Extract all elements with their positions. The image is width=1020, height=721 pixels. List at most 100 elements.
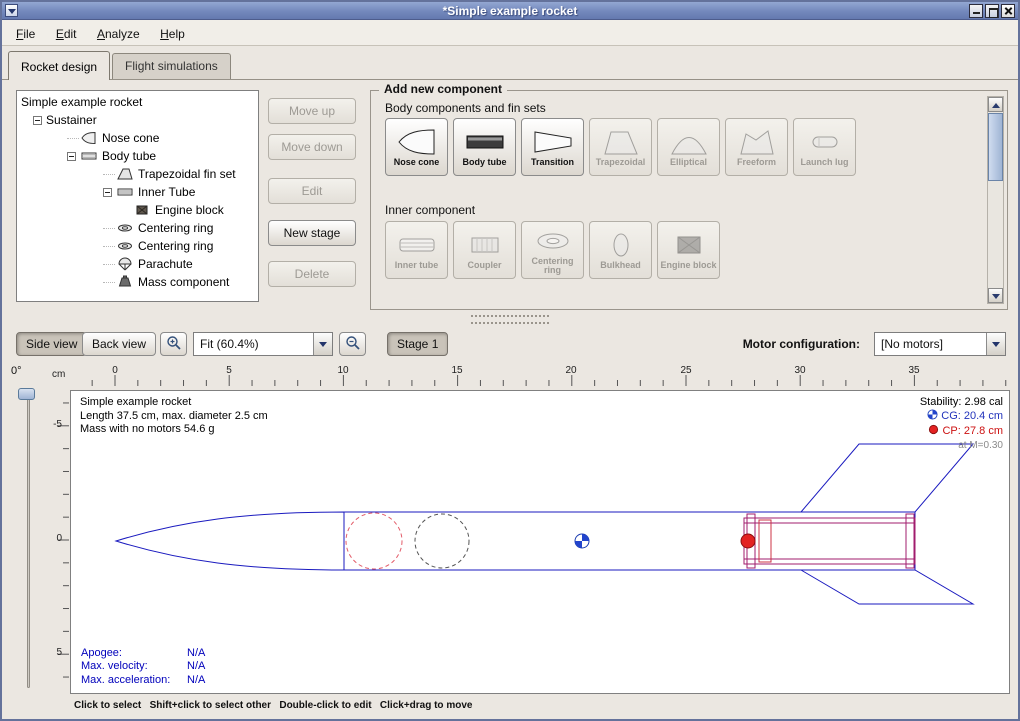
freeform-fin-icon	[737, 127, 777, 157]
engine-block-icon	[133, 203, 151, 217]
body-tube-icon	[80, 149, 98, 163]
tree-item-label: Inner Tube	[138, 185, 195, 199]
tab-bar: Rocket design Flight simulations	[2, 46, 1018, 80]
motor-configuration-select[interactable]: [No motors]	[874, 332, 1006, 356]
add-inner-tube-button: Inner tube	[385, 221, 448, 279]
new-stage-button[interactable]: New stage	[268, 220, 356, 246]
panel-title: Add new component	[379, 82, 507, 96]
component-button-label: Bulkhead	[600, 261, 641, 270]
menu-file[interactable]: File	[8, 24, 43, 44]
zoom-in-button[interactable]	[160, 332, 187, 356]
tree-item-label: Body tube	[102, 149, 156, 163]
app-window: *Simple example rocket File Edit Analyze…	[0, 0, 1020, 721]
component-button-label: Body tube	[463, 158, 507, 167]
apogee-label: Apogee:	[81, 647, 187, 661]
add-freeform-fin-button: Freeform	[725, 118, 788, 176]
rocket-dimensions: Length 37.5 cm, max. diameter 2.5 cm	[80, 410, 268, 424]
tree-item-parachute[interactable]: Parachute	[17, 255, 258, 273]
ruler-tick-label: -5	[44, 419, 62, 430]
tree-item-label: Mass component	[138, 275, 229, 289]
delete-button: Delete	[268, 261, 356, 287]
flight-summary-block: Apogee:N/A Max. velocity:N/A Max. accele…	[81, 647, 205, 688]
component-tree: Simple example rocket Sustainer Nose con…	[16, 90, 259, 302]
motor-configuration-value: [No motors]	[875, 337, 986, 351]
tree-item-centering-ring-2[interactable]: Centering ring	[17, 237, 258, 255]
chevron-down-icon[interactable]	[313, 333, 332, 355]
coupler-icon	[465, 230, 505, 260]
tree-connector	[103, 246, 115, 247]
tree-item-sustainer[interactable]: Sustainer	[17, 111, 258, 129]
scroll-up-icon[interactable]	[988, 97, 1003, 112]
inner-tube-icon	[116, 185, 134, 199]
tree-action-buttons: Move up Move down Edit New stage Delete	[268, 98, 358, 287]
add-body-tube-button[interactable]: Body tube	[453, 118, 516, 176]
scrollbar-thumb[interactable]	[988, 113, 1003, 181]
stage-1-toggle[interactable]: Stage 1	[387, 332, 448, 356]
tree-item-mass-component[interactable]: Mass component	[17, 273, 258, 291]
collapse-icon[interactable]	[67, 152, 76, 161]
component-button-label: Launch lug	[801, 158, 849, 167]
close-button[interactable]	[1001, 4, 1015, 18]
tab-rocket-design[interactable]: Rocket design	[8, 51, 110, 80]
tree-item-nose-cone[interactable]: Nose cone	[17, 129, 258, 147]
maximize-button[interactable]	[985, 4, 999, 18]
splitter-handle[interactable]	[471, 315, 549, 324]
rotation-slider-track[interactable]	[27, 392, 30, 688]
tree-item-label: Nose cone	[102, 131, 159, 145]
add-transition-button[interactable]: Transition	[521, 118, 584, 176]
component-button-label: Trapezoidal	[596, 158, 646, 167]
ruler-tick-label: 0	[44, 533, 62, 544]
rocket-name: Simple example rocket	[80, 396, 268, 410]
menu-edit[interactable]: Edit	[48, 24, 85, 44]
zoom-out-button[interactable]	[339, 332, 366, 356]
tab-flight-simulations[interactable]: Flight simulations	[112, 53, 231, 79]
move-up-button: Move up	[268, 98, 356, 124]
chevron-down-icon[interactable]	[986, 333, 1005, 355]
mach-note: at M=0.30	[920, 439, 1003, 453]
tree-item-fin-set[interactable]: Trapezoidal fin set	[17, 165, 258, 183]
horizontal-splitter[interactable]	[2, 313, 1018, 327]
nose-cone-icon	[397, 127, 437, 157]
collapse-icon[interactable]	[103, 188, 112, 197]
add-nose-cone-button[interactable]: Nose cone	[385, 118, 448, 176]
add-launch-lug-button: Launch lug	[793, 118, 856, 176]
add-coupler-button: Coupler	[453, 221, 516, 279]
tree-item-inner-tube[interactable]: Inner Tube	[17, 183, 258, 201]
zoom-select[interactable]: Fit (60.4%)	[193, 332, 333, 356]
tree-item-centering-ring-1[interactable]: Centering ring	[17, 219, 258, 237]
transition-icon	[533, 127, 573, 157]
side-view-button[interactable]: Side view	[16, 332, 87, 356]
add-engine-block-button: Engine block	[657, 221, 720, 279]
tree-item-rocket[interactable]: Simple example rocket	[17, 93, 258, 111]
tree-connector	[103, 282, 115, 283]
tree-item-label: Engine block	[155, 203, 224, 217]
max-acceleration-value: N/A	[187, 674, 205, 686]
body-component-row: Nose cone Body tube Transition Trapezoid…	[385, 118, 856, 176]
apogee-value: N/A	[187, 647, 205, 659]
menu-analyze[interactable]: Analyze	[89, 24, 148, 44]
menu-help[interactable]: Help	[152, 24, 193, 44]
zoom-out-icon	[345, 335, 361, 354]
scroll-down-icon[interactable]	[988, 288, 1003, 303]
bulkhead-icon	[601, 230, 641, 260]
tree-item-engine-block[interactable]: Engine block	[17, 201, 258, 219]
tree-connector	[103, 174, 115, 175]
back-view-button[interactable]: Back view	[82, 332, 156, 356]
tree-item-body-tube[interactable]: Body tube	[17, 147, 258, 165]
tree-connector	[103, 228, 115, 229]
centering-ring-icon	[116, 239, 134, 253]
motor-configuration-label: Motor configuration:	[743, 337, 860, 351]
ruler-tick-label: 20	[565, 365, 576, 376]
minimize-button[interactable]	[969, 4, 983, 18]
tree-item-label: Centering ring	[138, 239, 213, 253]
stability-value: Stability: 2.98 cal	[920, 395, 1003, 409]
inner-component-row: Inner tube Coupler Centering ring Bulkhe…	[385, 221, 720, 279]
collapse-icon[interactable]	[33, 116, 42, 125]
edit-button: Edit	[268, 178, 356, 204]
ruler-tick-label: 5	[226, 365, 232, 376]
rocket-side-view-canvas[interactable]: Simple example rocket Length 37.5 cm, ma…	[70, 390, 1010, 694]
fin-set-icon	[116, 167, 134, 181]
zoom-select-value: Fit (60.4%)	[194, 337, 313, 351]
rotation-slider-thumb[interactable]	[18, 388, 35, 400]
max-acceleration-label: Max. acceleration:	[81, 674, 187, 688]
